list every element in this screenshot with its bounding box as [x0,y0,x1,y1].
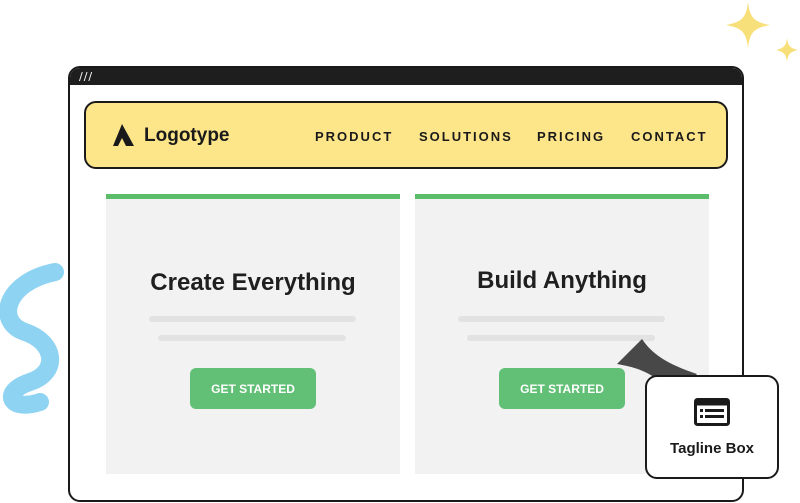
nav-item-pricing[interactable]: PRICING [537,129,605,144]
placeholder-line [158,335,346,341]
tagline-label: Tagline Box [670,440,754,457]
nav-item-solutions[interactable]: SOLUTIONS [419,129,513,144]
text-box-icon [694,398,730,426]
placeholder-line [458,316,665,322]
card-title: Create Everything [150,269,356,296]
placeholder-line [149,316,356,322]
get-started-button[interactable]: GET STARTED [190,368,316,409]
window-controls-icon[interactable]: ∕∕∕ [79,70,93,83]
navigation-bar: Logotype PRODUCT SOLUTIONS PRICING CONTA… [84,101,728,169]
browser-window: ∕∕∕ Logotype PRODUCT SOLUTIONS PRICING C… [68,66,744,502]
logo-icon[interactable] [112,123,136,147]
nav-item-contact[interactable]: CONTACT [631,129,708,144]
feature-card-create: Create Everything GET STARTED [106,194,400,474]
window-titlebar: ∕∕∕ [70,68,742,85]
tagline-box[interactable]: Tagline Box [645,375,779,479]
nav-item-product[interactable]: PRODUCT [315,129,393,144]
logo-text[interactable]: Logotype [144,125,230,147]
sparkle-icon [726,2,798,62]
get-started-button[interactable]: GET STARTED [499,368,625,409]
card-title: Build Anything [477,267,647,294]
